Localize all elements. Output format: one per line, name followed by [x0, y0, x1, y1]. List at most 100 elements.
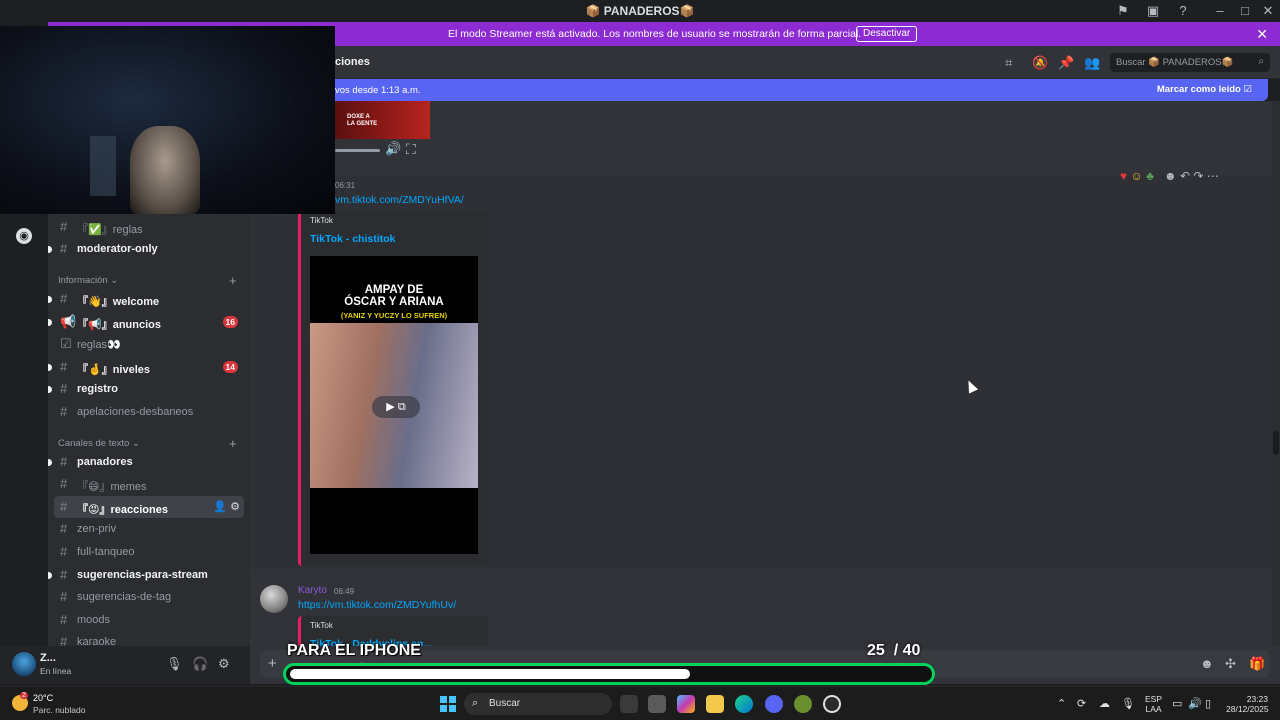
channel-registro[interactable]: # registro	[48, 378, 250, 400]
network-icon[interactable]: ▭	[1172, 697, 1182, 710]
mark-as-read-button[interactable]: Marcar como leído ☑	[1157, 84, 1252, 95]
pin-icon[interactable]: 📌	[1058, 55, 1074, 71]
emoji-icon[interactable]: ☻	[1200, 656, 1214, 671]
unread-indicator	[48, 459, 52, 466]
heart-reaction-icon[interactable]: ♥	[1120, 169, 1127, 183]
chat-scrollbar[interactable]	[1272, 101, 1280, 646]
message-list: DOXE A LA GENTE 🔊 ⛶ 06:31 vm.tiktok.com/…	[250, 101, 1272, 646]
edge-icon[interactable]	[735, 695, 753, 713]
microphone-tray-icon[interactable]: 🎙	[1121, 697, 1135, 710]
members-icon[interactable]: 👥	[1084, 55, 1100, 71]
add-reaction-icon[interactable]: ☻	[1164, 169, 1177, 183]
threads-icon[interactable]: ⌗	[1005, 55, 1012, 71]
headphones-icon[interactable]: 🎧	[192, 656, 208, 672]
channel-sugerencias-para-stream[interactable]: # sugerencias-para-stream	[48, 564, 250, 586]
volume-tray-icon[interactable]: 🔊	[1188, 697, 1202, 710]
microphone-icon[interactable]: 🎙	[166, 656, 183, 672]
add-channel-icon[interactable]: +	[229, 273, 237, 288]
settings-icon[interactable]: ⚙	[218, 656, 230, 672]
channel-moods[interactable]: # moods	[48, 609, 250, 631]
channel-karaoke[interactable]: # karaoke	[48, 631, 250, 646]
mute-icon[interactable]: 🔕	[1032, 55, 1048, 71]
new-messages-bar[interactable]: vos desde 1:13 a.m. Marcar como leído ☑	[260, 79, 1268, 101]
channel-reglas[interactable]: # 『✅』reglas	[48, 216, 250, 238]
channel-reglas-rules[interactable]: ☑ reglas👀	[48, 333, 250, 355]
app-icon[interactable]	[794, 695, 812, 713]
minimize-icon[interactable]: –	[1212, 3, 1228, 19]
invite-icon[interactable]: 👤	[213, 501, 227, 513]
inbox-icon[interactable]: ▣	[1145, 3, 1161, 19]
category-canales-de-texto[interactable]: Canales de texto ⌄ +	[58, 436, 237, 451]
embed-title[interactable]: TikTok - chistitok	[310, 233, 395, 245]
help-icon[interactable]: ?	[1175, 3, 1191, 19]
more-icon[interactable]: ⋯	[1207, 169, 1219, 183]
file-explorer-icon[interactable]	[706, 695, 724, 713]
avatar[interactable]	[260, 585, 288, 613]
add-channel-icon[interactable]: +	[229, 436, 237, 451]
channel-reacciones[interactable]: # 『😡』reacciones 👤 ⚙	[54, 496, 244, 518]
sync-icon[interactable]: ⟳	[1077, 697, 1086, 710]
explore-icon[interactable]: ◉	[16, 228, 32, 244]
embed-video[interactable]: AMPAY DE ÓSCAR Y ARIANA (YANIZ Y YUCZY L…	[310, 256, 478, 554]
windows-start-icon[interactable]	[440, 696, 456, 712]
avatar[interactable]	[12, 652, 36, 676]
weather-desc[interactable]: Parc. nublado	[33, 705, 85, 715]
channel-zen-priv[interactable]: # zen-priv	[48, 518, 250, 540]
volume-icon[interactable]: 🔊	[385, 141, 401, 157]
goal-count: 25 / 40	[867, 642, 920, 660]
channel-niveles[interactable]: # 『🤞』niveles 14	[48, 356, 250, 378]
video-caption: AMPAY DE ÓSCAR Y ARIANA	[344, 284, 444, 308]
message-link[interactable]: https://vm.tiktok.com/ZMDYufhUv/	[298, 599, 456, 611]
clock[interactable]: 23:23 28/12/2025	[1226, 694, 1269, 714]
apps-icon[interactable]: ✣	[1225, 656, 1236, 672]
scrollbar-thumb[interactable]	[1273, 431, 1279, 455]
task-view-icon[interactable]	[620, 695, 638, 713]
reply-icon[interactable]: ↶	[1180, 169, 1190, 183]
weather-temp[interactable]: 20°C	[33, 693, 53, 703]
battery-icon[interactable]: ▯	[1205, 697, 1211, 710]
steam-icon[interactable]	[823, 695, 841, 713]
channel-panadores[interactable]: # panadores	[48, 451, 250, 473]
channel-apelaciones[interactable]: # apelaciones-desbaneos	[48, 401, 250, 423]
taskbar-search[interactable]: ⌕ Buscar	[464, 693, 612, 715]
channel-moderator-only[interactable]: # moderator-only	[48, 238, 250, 260]
gear-icon[interactable]: ⚙	[230, 501, 240, 513]
language-indicator[interactable]: ESP LAA	[1145, 694, 1162, 714]
message-link[interactable]: vm.tiktok.com/ZMDYuHfVA/	[335, 194, 464, 206]
search-input[interactable]: Buscar 📦 PANADEROS📦 ⌕	[1110, 53, 1270, 72]
username[interactable]: Z...	[40, 652, 56, 664]
play-button[interactable]: ▶ ⧉	[372, 396, 420, 418]
flag-icon[interactable]: ⚑	[1115, 3, 1131, 19]
message-time: 06:31	[335, 181, 356, 190]
message-author[interactable]: Karyto	[298, 585, 327, 596]
close-banner-icon[interactable]: ✕	[1256, 26, 1268, 43]
channel-label: 『✅』reglas	[77, 224, 143, 236]
copilot-icon[interactable]	[677, 695, 695, 713]
forward-icon[interactable]: ↷	[1193, 169, 1203, 183]
window-close-icon[interactable]: ✕	[1260, 3, 1276, 19]
laugh-reaction-icon[interactable]: ☺	[1130, 169, 1142, 183]
discord-icon[interactable]	[765, 695, 783, 713]
chevron-down-icon: ⌄	[110, 275, 119, 286]
channel-memes[interactable]: # 『😄』memes	[48, 473, 250, 495]
channel-anuncios[interactable]: 📢 『📢』anuncios 16	[48, 311, 250, 333]
channel-sugerencias-de-tag[interactable]: # sugerencias-de-tag	[48, 586, 250, 608]
fullscreen-icon[interactable]: ⛶	[406, 141, 416, 158]
video-thumbnail[interactable]: DOXE A LA GENTE	[335, 101, 430, 139]
category-informacion[interactable]: Información ⌄ +	[58, 273, 237, 288]
volume-slider[interactable]	[335, 149, 380, 152]
attach-icon[interactable]: +	[268, 655, 277, 672]
channel-welcome[interactable]: # 『👋』welcome	[48, 288, 250, 310]
channel-label: 『📢』anuncios	[77, 319, 161, 331]
channel-full-tanqueo[interactable]: # full-tanqueo	[48, 541, 250, 563]
hash-icon: #	[60, 241, 68, 256]
unread-indicator	[48, 386, 52, 393]
store-icon[interactable]	[648, 695, 666, 713]
chevron-up-icon[interactable]: ⌃	[1057, 697, 1066, 710]
hash-icon: #	[60, 476, 68, 491]
gift-icon[interactable]: 🎁	[1249, 656, 1265, 672]
custom-reaction-icon[interactable]: ♣	[1146, 169, 1154, 183]
disable-streamer-button[interactable]: Desactivar	[856, 26, 918, 42]
maximize-icon[interactable]: □	[1237, 3, 1253, 19]
cloud-icon[interactable]: ☁	[1099, 697, 1110, 710]
